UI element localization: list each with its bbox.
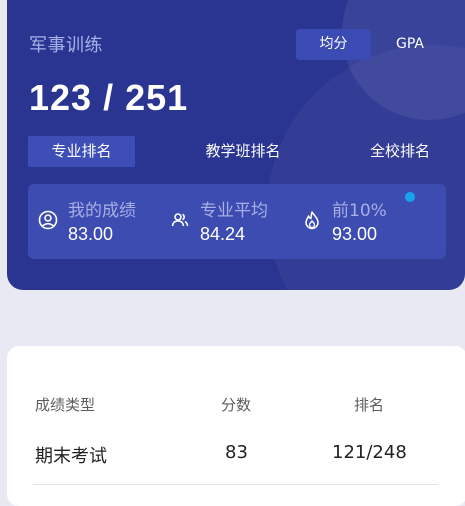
- stat-value: 83.00: [68, 224, 114, 244]
- toggle-gpa[interactable]: GPA: [371, 29, 449, 60]
- table-cell-rank: 121/248: [332, 442, 407, 463]
- course-title: 军事训练: [29, 35, 103, 56]
- column-header-type: 成绩类型: [35, 396, 96, 414]
- toggle-average[interactable]: 均分: [296, 29, 371, 60]
- table-cell-score: 83: [225, 442, 248, 463]
- score-detail-table: 成绩类型 分数 排名 期末考试 83 121/248: [7, 346, 465, 506]
- stat-my-score: 我的成绩 83.00: [38, 184, 168, 259]
- user-circle-icon: [38, 210, 58, 230]
- table-cell-type: 期末考试: [35, 446, 107, 467]
- rank-display: 123 / 251: [29, 77, 189, 118]
- stat-label: 专业平均: [200, 201, 268, 221]
- tab-class-rank[interactable]: 教学班排名: [188, 136, 298, 167]
- row-divider: [33, 484, 438, 485]
- column-header-rank: 排名: [354, 396, 385, 414]
- stat-major-average: 专业平均 84.24: [170, 184, 300, 259]
- tab-school-rank[interactable]: 全校排名: [350, 136, 450, 167]
- stat-label: 前10%: [332, 201, 387, 221]
- rank-tabs: 专业排名 教学班排名 全校排名: [28, 136, 438, 167]
- stats-panel: 我的成绩 83.00 专业平均 84.24 前10% 93.00: [28, 184, 446, 259]
- stat-top-10: 前10% 93.00: [302, 184, 402, 259]
- tab-major-rank[interactable]: 专业排名: [28, 136, 135, 167]
- column-header-score: 分数: [221, 396, 252, 414]
- stat-label: 我的成绩: [68, 201, 136, 221]
- indicator-dot: [405, 192, 415, 202]
- flame-icon: [305, 211, 319, 230]
- stat-value: 84.24: [200, 224, 246, 244]
- stat-value: 93.00: [332, 224, 378, 244]
- score-mode-toggle: 均分 GPA: [296, 29, 449, 60]
- users-icon: [171, 213, 189, 227]
- score-summary-card: 军事训练 均分 GPA 123 / 251 专业排名 教学班排名 全校排名 我的…: [7, 0, 465, 290]
